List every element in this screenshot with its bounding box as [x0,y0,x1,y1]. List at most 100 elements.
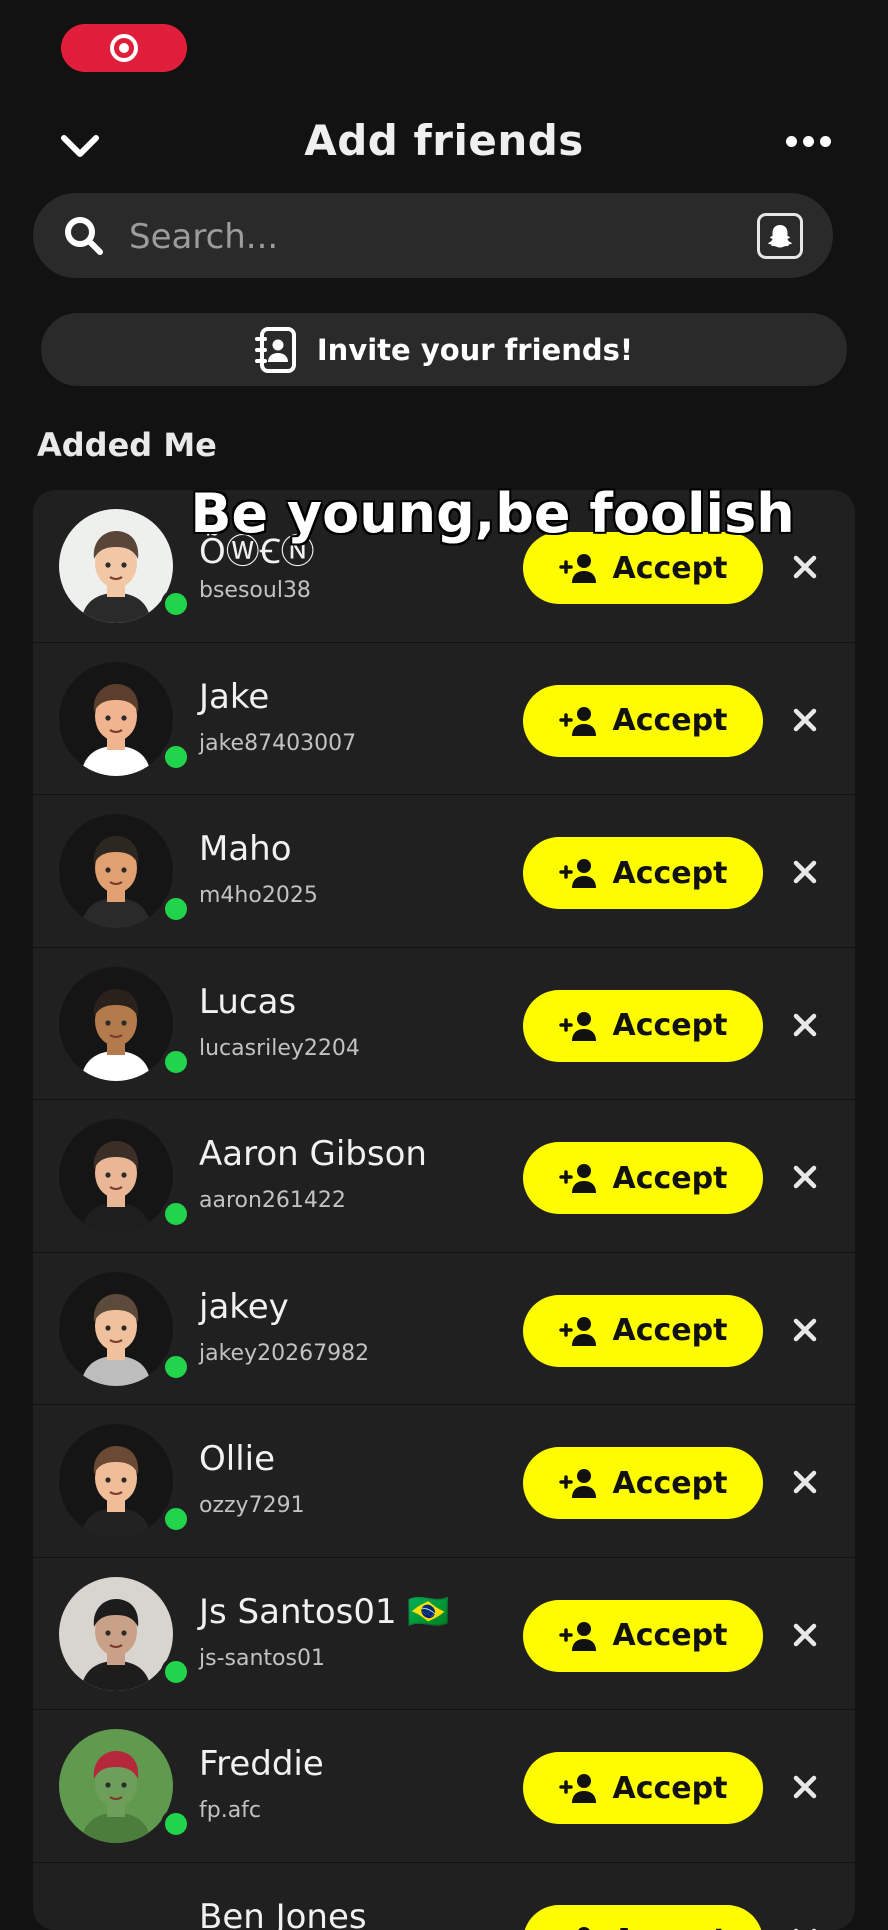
friend-request-row[interactable]: Lucas lucasriley2204 Accept [33,948,855,1101]
friend-request-row[interactable]: jakey jakey20267982 Accept [33,1253,855,1406]
accept-button[interactable]: Accept [523,1447,763,1519]
close-icon[interactable] [792,1622,818,1648]
avatar[interactable] [59,1577,173,1691]
contact-book-icon [255,326,299,374]
online-status-dot [161,589,191,619]
avatar[interactable] [59,1729,173,1843]
online-status-dot [161,1809,191,1839]
close-icon[interactable] [792,1012,818,1038]
friend-request-row[interactable]: Jake jake87403007 Accept [33,643,855,796]
invite-friends-button[interactable]: Invite your friends! [41,313,847,386]
add-friend-icon [559,1010,599,1042]
friend-display-name: Jake [199,677,269,717]
friend-username: aaron261422 [199,1188,346,1213]
accept-label: Accept [613,1466,728,1501]
avatar[interactable] [59,509,173,623]
avatar[interactable] [59,1882,173,1930]
accept-button[interactable]: Accept [523,1752,763,1824]
invite-friends-label: Invite your friends! [317,333,633,367]
accept-button[interactable]: Accept [523,837,763,909]
friend-username: m4ho2025 [199,883,318,908]
accept-button[interactable]: Accept [523,1905,763,1930]
accept-button[interactable]: Accept [523,990,763,1062]
friend-request-row[interactable]: ÕⓌꞒⓃ bsesoul38 Accept [33,490,855,643]
friend-username: fp.afc [199,1798,261,1823]
friend-request-list: ÕⓌꞒⓃ bsesoul38 Accept Jake [33,490,855,1930]
friend-display-name: Freddie [199,1744,324,1784]
accept-label: Accept [613,1313,728,1348]
avatar[interactable] [59,1272,173,1386]
accept-label: Accept [613,856,728,891]
friend-request-row[interactable]: Ollie ozzy7291 Accept [33,1405,855,1558]
close-icon[interactable] [792,859,818,885]
friend-username: bsesoul38 [199,578,311,603]
avatar[interactable] [59,662,173,776]
record-icon [110,34,138,62]
add-friend-icon [559,1620,599,1652]
search-icon [63,215,105,257]
friend-display-name: jakey [199,1287,289,1327]
ghost-icon [766,222,794,250]
close-icon[interactable] [792,1774,818,1800]
accept-label: Accept [613,1008,728,1043]
accept-label: Accept [613,1923,728,1930]
friend-username: ozzy7291 [199,1493,305,1518]
friend-display-name: Maho [199,829,292,869]
avatar[interactable] [59,1119,173,1233]
close-icon[interactable] [792,1927,818,1930]
friend-display-name: Js Santos01 🇧🇷 [199,1592,450,1632]
friend-request-row[interactable]: Freddie fp.afc Accept [33,1710,855,1863]
accept-label: Accept [613,551,728,586]
snapcode-icon[interactable] [757,213,803,259]
add-friend-icon [559,705,599,737]
page-title: Add friends [0,116,888,165]
friend-username: jakey20267982 [199,1341,369,1366]
online-status-dot [161,1047,191,1077]
section-heading-added-me: Added Me [37,426,217,464]
friend-request-row[interactable]: Aaron Gibson aaron261422 Accept [33,1100,855,1253]
friend-display-name: Ollie [199,1439,275,1479]
screen-recording-indicator [61,24,187,72]
add-friend-icon [559,552,599,584]
online-status-dot [161,1504,191,1534]
close-icon[interactable] [792,1469,818,1495]
accept-button[interactable]: Accept [523,1142,763,1214]
close-icon[interactable] [792,1317,818,1343]
accept-button[interactable]: Accept [523,532,763,604]
add-friend-icon [559,857,599,889]
avatar[interactable] [59,967,173,1081]
accept-label: Accept [613,1161,728,1196]
search-input[interactable] [127,211,731,263]
friend-request-row[interactable]: Js Santos01 🇧🇷 js-santos01 Accept [33,1558,855,1711]
accept-button[interactable]: Accept [523,685,763,757]
friend-display-name: Aaron Gibson [199,1134,427,1174]
add-friend-icon [559,1162,599,1194]
friend-display-name: ÕⓌꞒⓃ [199,524,315,573]
friend-display-name: Ben Jones [199,1897,367,1930]
avatar[interactable] [59,1424,173,1538]
more-horizontal-icon[interactable] [786,136,831,147]
friend-request-row[interactable]: Maho m4ho2025 Accept [33,795,855,948]
add-friend-icon [559,1467,599,1499]
accept-button[interactable]: Accept [523,1295,763,1367]
close-icon[interactable] [792,554,818,580]
friend-username: lucasriley2204 [199,1036,360,1061]
friend-username: jake87403007 [199,731,356,756]
online-status-dot [161,742,191,772]
avatar[interactable] [59,814,173,928]
friend-username: js-santos01 [199,1646,325,1671]
accept-label: Accept [613,1618,728,1653]
accept-label: Accept [613,1771,728,1806]
add-friend-icon [559,1925,599,1930]
online-status-dot [161,1199,191,1229]
accept-button[interactable]: Accept [523,1600,763,1672]
accept-label: Accept [613,703,728,738]
add-friend-icon [559,1772,599,1804]
online-status-dot [161,1657,191,1687]
friend-display-name: Lucas [199,982,296,1022]
search-bar[interactable] [33,193,833,278]
close-icon[interactable] [792,707,818,733]
add-friend-icon [559,1315,599,1347]
close-icon[interactable] [792,1164,818,1190]
online-status-dot [161,894,191,924]
